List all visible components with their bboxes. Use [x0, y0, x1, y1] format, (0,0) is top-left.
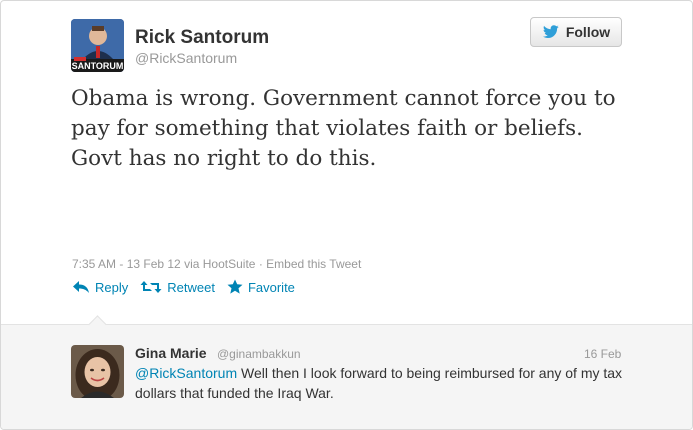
- follow-button[interactable]: Follow: [530, 17, 622, 47]
- reply-label: Reply: [95, 279, 129, 295]
- favorite-label: Favorite: [247, 279, 295, 295]
- tweet-actions: Reply Retweet Favorite: [72, 277, 295, 297]
- twitter-bird-icon: [542, 25, 559, 39]
- avatar-text: SANTORUM: [72, 61, 124, 71]
- tweet-meta: 7:35 AM - 13 Feb 12 via HootSuite · Embe…: [72, 257, 361, 271]
- reply-author-screen-name[interactable]: @ginambakkun: [217, 347, 301, 361]
- meta-separator: ·: [258, 257, 263, 271]
- reply-avatar[interactable]: [71, 345, 124, 398]
- reply-author-name[interactable]: Gina Marie: [135, 345, 207, 361]
- reply-mention-link[interactable]: @RickSantorum: [135, 365, 237, 381]
- retweet-icon: [140, 281, 162, 293]
- reply-avatar-image: [71, 345, 124, 398]
- retweet-button[interactable]: Retweet: [140, 277, 215, 297]
- retweet-label: Retweet: [167, 279, 215, 295]
- author-screen-name[interactable]: @RickSantorum: [135, 50, 237, 66]
- tweet-timestamp[interactable]: 7:35 AM - 13 Feb 12: [72, 257, 181, 271]
- favorite-button[interactable]: Favorite: [227, 277, 295, 297]
- replies-notch: [88, 315, 107, 334]
- avatar-image: SANTORUM: [71, 19, 124, 72]
- tweet-source[interactable]: HootSuite: [203, 257, 256, 271]
- via-label: via: [184, 257, 200, 271]
- reply-icon: [73, 281, 89, 293]
- star-icon: [227, 279, 243, 294]
- tweet-header: SANTORUM Rick Santorum @RickSantorum Fol…: [71, 17, 691, 75]
- avatar[interactable]: SANTORUM: [71, 19, 124, 72]
- tweet-card: SANTORUM Rick Santorum @RickSantorum Fol…: [0, 0, 693, 430]
- reply-button[interactable]: Reply: [72, 277, 128, 297]
- replies-section: Gina Marie @ginambakkun 16 Feb @RickSant…: [1, 315, 692, 429]
- reply-text: @RickSantorum Well then I look forward t…: [135, 363, 635, 403]
- reply-date[interactable]: 16 Feb: [584, 347, 621, 361]
- follow-button-label: Follow: [565, 24, 611, 40]
- tweet-text: Obama is wrong. Government cannot force …: [71, 86, 616, 171]
- embed-tweet-link[interactable]: Embed this Tweet: [266, 257, 361, 271]
- author-name[interactable]: Rick Santorum: [135, 27, 269, 49]
